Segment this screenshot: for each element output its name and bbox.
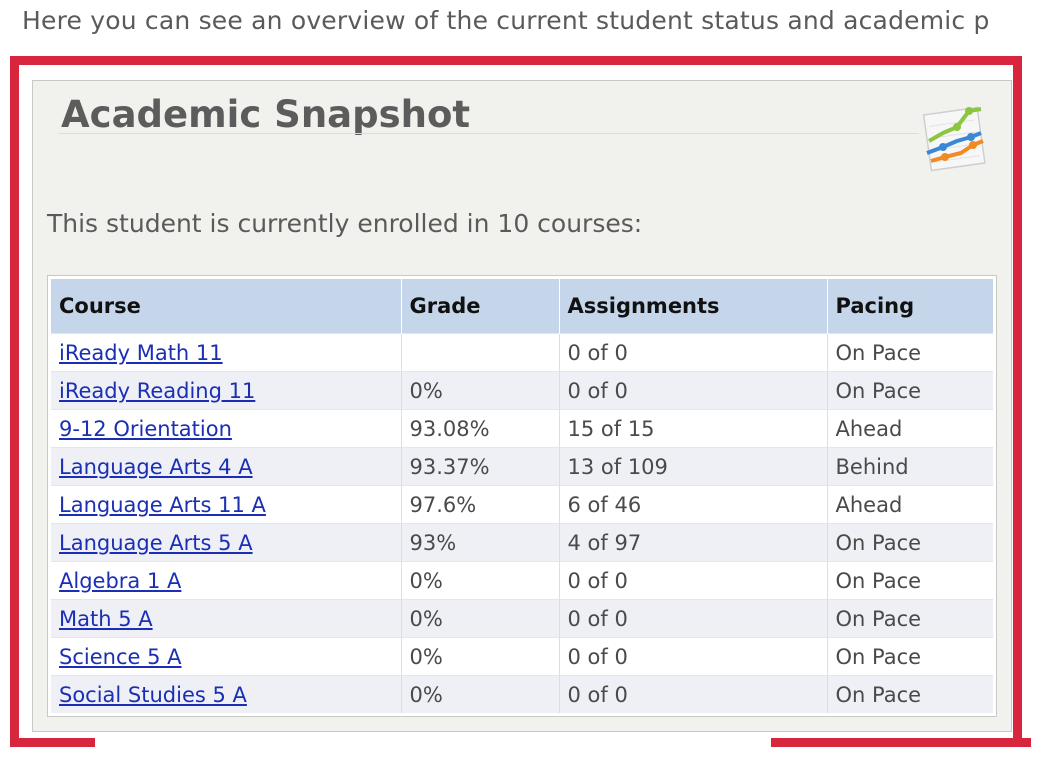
grade-cell: 0% bbox=[401, 675, 560, 713]
table-row: Language Arts 11 A 97.6% 6 of 46 Ahead bbox=[51, 485, 993, 524]
pacing-cell: Ahead bbox=[827, 485, 993, 524]
course-cell: Math 5 A bbox=[51, 599, 402, 638]
table-header-row: Course Grade Assignments Pacing bbox=[51, 279, 993, 334]
assignments-cell: 13 of 109 bbox=[559, 447, 828, 486]
course-link[interactable]: iReady Math 11 bbox=[59, 341, 223, 365]
intro-text: Here you can see an overview of the curr… bbox=[22, 6, 990, 35]
course-cell: Language Arts 5 A bbox=[51, 523, 402, 562]
panel-title: Academic Snapshot bbox=[61, 93, 471, 136]
grade-cell: 93.08% bbox=[401, 409, 560, 448]
table-row: Science 5 A 0% 0 of 0 On Pace bbox=[51, 637, 993, 676]
table-row: Algebra 1 A 0% 0 of 0 On Pace bbox=[51, 561, 993, 600]
grade-cell: 0% bbox=[401, 371, 560, 410]
pacing-cell: On Pace bbox=[827, 637, 993, 676]
highlight-frame-bottom-right bbox=[771, 738, 1031, 747]
course-cell: Language Arts 11 A bbox=[51, 485, 402, 524]
course-cell: iReady Reading 11 bbox=[51, 371, 402, 410]
column-header-grade: Grade bbox=[401, 279, 560, 334]
courses-table: Course Grade Assignments Pacing iReady M… bbox=[51, 279, 993, 713]
pacing-cell: Ahead bbox=[827, 409, 993, 448]
assignments-cell: 0 of 0 bbox=[559, 371, 828, 410]
assignments-cell: 0 of 0 bbox=[559, 333, 828, 372]
grade-cell: 0% bbox=[401, 637, 560, 676]
title-divider bbox=[59, 133, 919, 134]
course-link[interactable]: Language Arts 5 A bbox=[59, 531, 253, 555]
highlight-frame-bottom-left bbox=[10, 738, 95, 747]
grade-cell: 0% bbox=[401, 599, 560, 638]
table-row: iReady Math 11 0 of 0 On Pace bbox=[51, 333, 993, 372]
courses-table-container: Course Grade Assignments Pacing iReady M… bbox=[47, 275, 997, 717]
assignments-cell: 6 of 46 bbox=[559, 485, 828, 524]
pacing-cell: On Pace bbox=[827, 333, 993, 372]
pacing-cell: On Pace bbox=[827, 523, 993, 562]
table-row: Language Arts 4 A 93.37% 13 of 109 Behin… bbox=[51, 447, 993, 486]
grade-cell: 93% bbox=[401, 523, 560, 562]
table-row: 9-12 Orientation 93.08% 15 of 15 Ahead bbox=[51, 409, 993, 448]
chart-icon bbox=[917, 97, 991, 177]
table-row: Math 5 A 0% 0 of 0 On Pace bbox=[51, 599, 993, 638]
course-cell: Science 5 A bbox=[51, 637, 402, 676]
course-link[interactable]: 9-12 Orientation bbox=[59, 417, 232, 441]
column-header-course: Course bbox=[51, 279, 402, 334]
assignments-cell: 15 of 15 bbox=[559, 409, 828, 448]
grade-cell: 93.37% bbox=[401, 447, 560, 486]
assignments-cell: 4 of 97 bbox=[559, 523, 828, 562]
enrollment-summary: This student is currently enrolled in 10… bbox=[47, 209, 643, 238]
course-link[interactable]: Social Studies 5 A bbox=[59, 683, 247, 707]
column-header-assignments: Assignments bbox=[559, 279, 828, 334]
grade-cell: 97.6% bbox=[401, 485, 560, 524]
course-cell: Language Arts 4 A bbox=[51, 447, 402, 486]
table-row: iReady Reading 11 0% 0 of 0 On Pace bbox=[51, 371, 993, 410]
assignments-cell: 0 of 0 bbox=[559, 675, 828, 713]
grade-cell: 0% bbox=[401, 561, 560, 600]
course-link[interactable]: Language Arts 11 A bbox=[59, 493, 266, 517]
table-row: Social Studies 5 A 0% 0 of 0 On Pace bbox=[51, 675, 993, 713]
table-row: Language Arts 5 A 93% 4 of 97 On Pace bbox=[51, 523, 993, 562]
grade-cell bbox=[401, 333, 560, 372]
course-link[interactable]: iReady Reading 11 bbox=[59, 379, 255, 403]
pacing-cell: On Pace bbox=[827, 561, 993, 600]
academic-snapshot-panel: Academic Snapshot This student is curren… bbox=[32, 80, 1012, 732]
course-cell: Social Studies 5 A bbox=[51, 675, 402, 713]
course-link[interactable]: Math 5 A bbox=[59, 607, 153, 631]
pacing-cell: Behind bbox=[827, 447, 993, 486]
pacing-cell: On Pace bbox=[827, 599, 993, 638]
course-cell: 9-12 Orientation bbox=[51, 409, 402, 448]
course-link[interactable]: Science 5 A bbox=[59, 645, 181, 669]
course-cell: iReady Math 11 bbox=[51, 333, 402, 372]
pacing-cell: On Pace bbox=[827, 675, 993, 713]
course-link[interactable]: Language Arts 4 A bbox=[59, 455, 253, 479]
assignments-cell: 0 of 0 bbox=[559, 561, 828, 600]
course-cell: Algebra 1 A bbox=[51, 561, 402, 600]
column-header-pacing: Pacing bbox=[827, 279, 993, 334]
assignments-cell: 0 of 0 bbox=[559, 637, 828, 676]
pacing-cell: On Pace bbox=[827, 371, 993, 410]
assignments-cell: 0 of 0 bbox=[559, 599, 828, 638]
course-link[interactable]: Algebra 1 A bbox=[59, 569, 181, 593]
